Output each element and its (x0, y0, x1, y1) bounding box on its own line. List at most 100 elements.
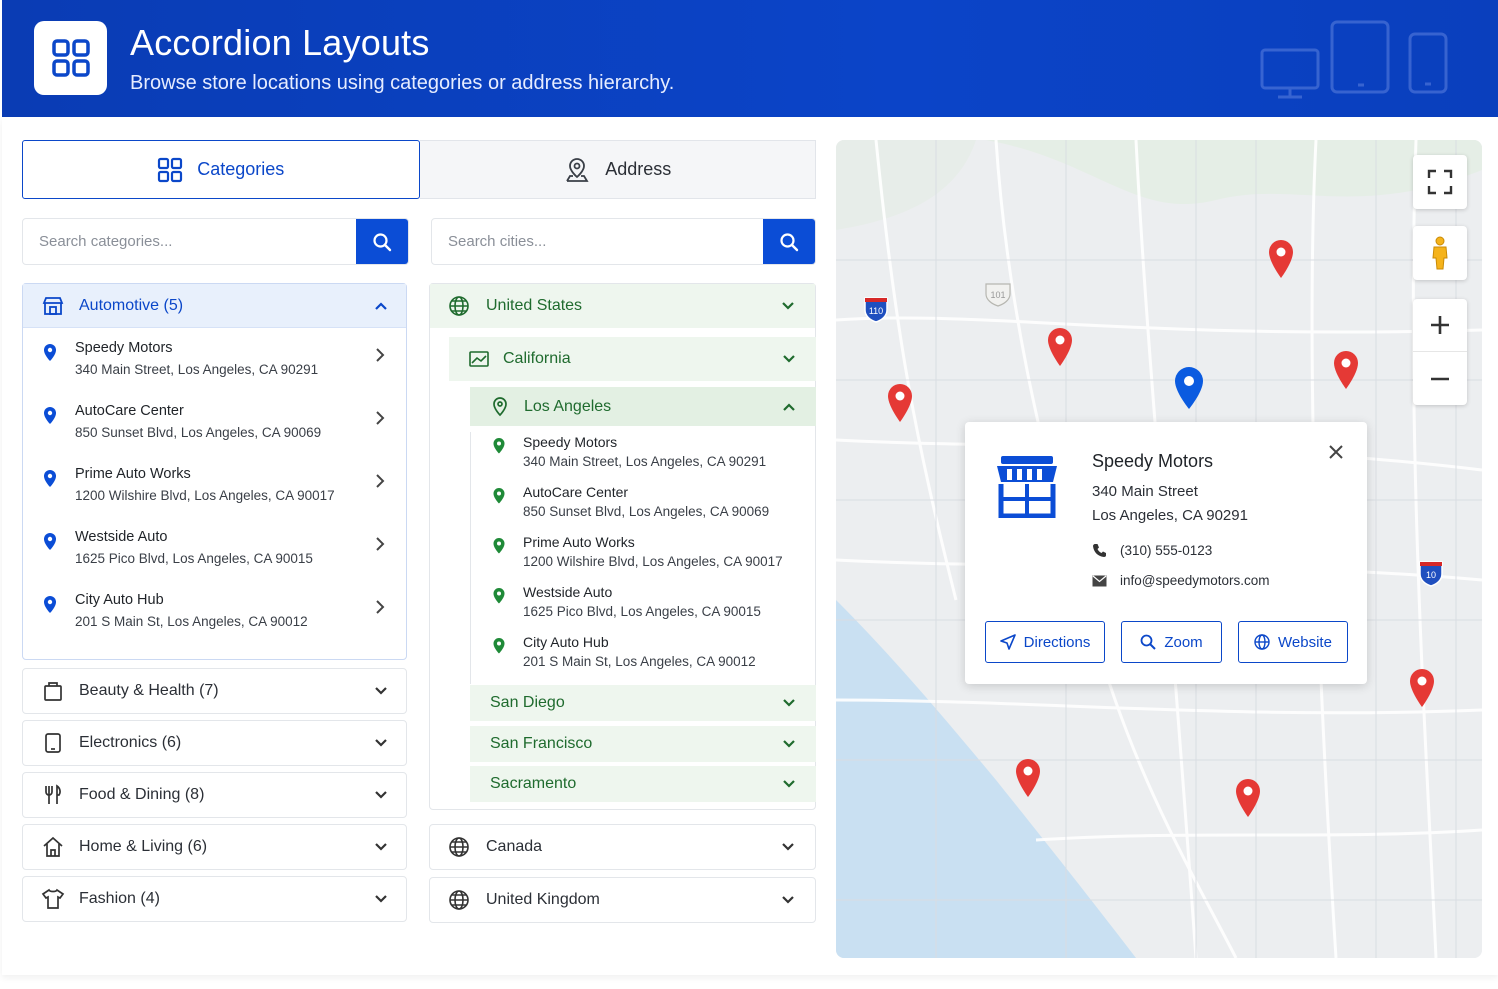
city-search-box (431, 218, 816, 265)
chevron-down-icon (375, 687, 387, 695)
accordion-label: Sacramento (490, 775, 577, 792)
globe-icon (449, 890, 469, 910)
fullscreen-button[interactable] (1413, 155, 1467, 209)
category-search-button[interactable] (356, 219, 408, 264)
chevron-down-icon (783, 740, 795, 748)
chevron-down-icon (375, 843, 387, 851)
home-icon (43, 836, 63, 857)
accordion-header-united-states[interactable]: United States (430, 284, 815, 328)
store-item[interactable]: Westside Auto 1625 Pico Blvd, Los Angeles… (471, 582, 816, 632)
plus-icon (1431, 316, 1449, 334)
store-item[interactable]: AutoCare Center 850 Sunset Blvd, Los Ange… (23, 401, 406, 464)
map-pin-icon (493, 438, 505, 454)
city-store-list: Speedy Motors 340 Main Street, Los Angele… (470, 432, 816, 684)
page-subtitle: Browse store locations using categories … (130, 72, 675, 94)
store-address: 340 Main Street, Los Angeles, CA 90291 (523, 454, 767, 469)
navigation-arrow-icon (999, 634, 1016, 650)
accordion-home-living[interactable]: Home & Living (6) (22, 824, 407, 870)
map-pin-icon (44, 344, 56, 361)
accordion-header-sacramento[interactable]: Sacramento (470, 766, 816, 802)
chevron-down-icon (375, 895, 387, 903)
store-address: 201 S Main St, Los Angeles, CA 90012 (523, 654, 756, 669)
accordion-header-california[interactable]: California (449, 337, 816, 381)
store-address: 201 S Main St, Los Angeles, CA 90012 (75, 614, 308, 629)
accordion-label: Los Angeles (524, 397, 612, 415)
city-search-input[interactable] (432, 219, 763, 264)
store-item[interactable]: Prime Auto Works 1200 Wilshire Blvd, Los … (471, 532, 816, 582)
globe-icon (449, 296, 469, 316)
chevron-down-icon (783, 780, 795, 788)
map-pin-icon (493, 488, 505, 504)
button-label: Zoom (1164, 633, 1203, 651)
popup-phone-text: (310) 555-0123 (1120, 543, 1213, 558)
globe-icon (449, 837, 469, 857)
chevron-right-icon (376, 537, 385, 551)
map-pin-outline-icon (493, 396, 507, 416)
store-item[interactable]: Westside Auto 1625 Pico Blvd, Los Angeles… (23, 527, 406, 590)
chevron-right-icon (376, 411, 385, 425)
search-icon (1140, 634, 1157, 650)
accordion-label: Food & Dining (8) (79, 786, 205, 803)
accordion-header-canada[interactable]: Canada (429, 824, 816, 870)
store-name: Prime Auto Works (75, 466, 191, 482)
store-item[interactable]: City Auto Hub 201 S Main St, Los Angeles,… (23, 590, 406, 653)
directions-button[interactable]: Directions (985, 621, 1105, 663)
website-button[interactable]: Website (1238, 621, 1348, 663)
zoom-out-button[interactable] (1413, 352, 1467, 405)
tab-categories[interactable]: Categories (22, 140, 420, 199)
view-tabs: Categories Address (22, 140, 816, 199)
category-search-input[interactable] (23, 219, 356, 264)
street-view-button[interactable] (1413, 226, 1467, 280)
phone-icon (1093, 544, 1106, 557)
accordion-header-los-angeles[interactable]: Los Angeles (470, 387, 816, 426)
store-name: Speedy Motors (523, 434, 618, 450)
accordion-header-united-kingdom[interactable]: United Kingdom (429, 877, 816, 923)
location-person-icon (566, 157, 589, 182)
zoom-in-button[interactable] (1413, 299, 1467, 352)
accordion-beauty-health[interactable]: Beauty & Health (7) (22, 668, 407, 714)
tab-address[interactable]: Address (419, 140, 816, 199)
accordion-food-dining[interactable]: Food & Dining (8) (22, 772, 407, 818)
bag-icon (44, 682, 62, 701)
chevron-down-icon (375, 791, 387, 799)
accordion-header-automotive[interactable]: Automotive (5) (23, 284, 406, 328)
tablet-icon (45, 733, 61, 753)
popup-email[interactable]: info@speedymotors.com (1092, 573, 1270, 588)
store-name: City Auto Hub (75, 592, 164, 608)
chevron-down-icon (783, 699, 795, 707)
pegman-icon (1432, 236, 1448, 270)
zoom-button[interactable]: Zoom (1121, 621, 1222, 663)
grid-icon (51, 39, 90, 77)
highway-shield-10: 10 (1419, 561, 1443, 587)
map-pin-icon (44, 596, 56, 613)
store-item[interactable]: Prime Auto Works 1200 Wilshire Blvd, Los … (23, 464, 406, 527)
accordion-label: United Kingdom (486, 891, 600, 908)
map-pin-icon (493, 588, 505, 604)
popup-phone[interactable]: (310) 555-0123 (1092, 543, 1212, 558)
accordion-fashion[interactable]: Fashion (4) (22, 876, 407, 922)
store-item[interactable]: Speedy Motors 340 Main Street, Los Angele… (23, 338, 406, 401)
store-name: AutoCare Center (523, 484, 629, 500)
chevron-right-icon (376, 600, 385, 614)
store-item[interactable]: Speedy Motors 340 Main Street, Los Angele… (471, 432, 816, 482)
city-search-button[interactable] (763, 219, 815, 264)
store-name: City Auto Hub (523, 634, 609, 650)
store-address: 850 Sunset Blvd, Los Angeles, CA 90069 (523, 504, 770, 519)
store-item[interactable]: City Auto Hub 201 S Main St, Los Angeles,… (471, 632, 816, 682)
button-label: Directions (1023, 633, 1091, 651)
store-item[interactable]: AutoCare Center 850 Sunset Blvd, Los Ange… (471, 482, 816, 532)
accordion-header-san-francisco[interactable]: San Francisco (470, 726, 816, 762)
devices-illustration-icon (1260, 20, 1448, 99)
map-pin-icon (44, 533, 56, 550)
popup-address-line2: Los Angeles, CA 90291 (1092, 507, 1248, 524)
fork-knife-icon (45, 784, 61, 804)
accordion-electronics[interactable]: Electronics (6) (22, 720, 407, 766)
chevron-down-icon (782, 302, 794, 310)
mail-icon (1092, 575, 1107, 586)
popup-email-text: info@speedymotors.com (1120, 573, 1270, 588)
accordion-automotive: Automotive (5) Speedy Motors 340 Main Str… (22, 283, 407, 660)
close-icon[interactable] (1326, 442, 1346, 462)
chevron-down-icon (782, 896, 794, 904)
grid-icon (158, 157, 183, 182)
accordion-header-san-diego[interactable]: San Diego (470, 685, 816, 721)
